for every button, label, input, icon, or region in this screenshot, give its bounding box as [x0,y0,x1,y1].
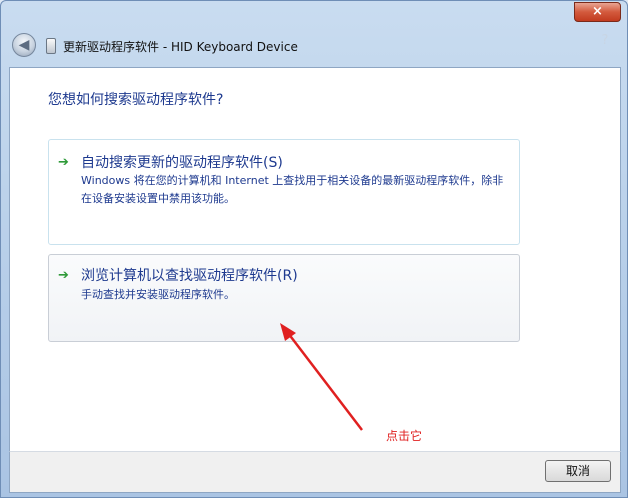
option-description: Windows 将在您的计算机和 Internet 上查找用于相关设备的最新驱动… [81,174,504,205]
page-title: 您想如何搜索驱动程序软件? [48,92,224,108]
green-arrow-icon: ➔ [58,268,69,283]
option-auto-search[interactable]: ➔ 自动搜索更新的驱动程序软件(S) Windows 将在您的计算机和 Inte… [48,139,520,245]
option-title: 浏览计算机以查找驱动程序软件(R) [81,268,298,284]
option-browse-computer[interactable]: ➔ 浏览计算机以查找驱动程序软件(R) 手动查找并安装驱动程序软件。 [48,254,520,342]
close-button[interactable]: × [574,2,621,22]
help-icon[interactable]: ? [597,33,613,49]
back-arrow-icon: ◀ [18,37,30,53]
device-icon [46,38,56,54]
footer-bar: 取消 [9,451,621,493]
green-arrow-icon: ➔ [58,155,69,170]
content-panel: 您想如何搜索驱动程序软件? ➔ 自动搜索更新的驱动程序软件(S) Windows… [9,67,621,451]
window-title: 更新驱动程序软件 - HID Keyboard Device [63,40,298,54]
cancel-button[interactable]: 取消 [545,460,611,482]
dialog-window: × ◀ 更新驱动程序软件 - HID Keyboard Device ? 您想如… [0,0,628,498]
title-bar: × ◀ 更新驱动程序软件 - HID Keyboard Device ? [1,1,627,67]
option-description: 手动查找并安装驱动程序软件。 [81,288,235,301]
back-button[interactable]: ◀ [12,33,36,57]
option-title: 自动搜索更新的驱动程序软件(S) [81,155,283,171]
annotation-label: 点击它 [386,429,423,443]
